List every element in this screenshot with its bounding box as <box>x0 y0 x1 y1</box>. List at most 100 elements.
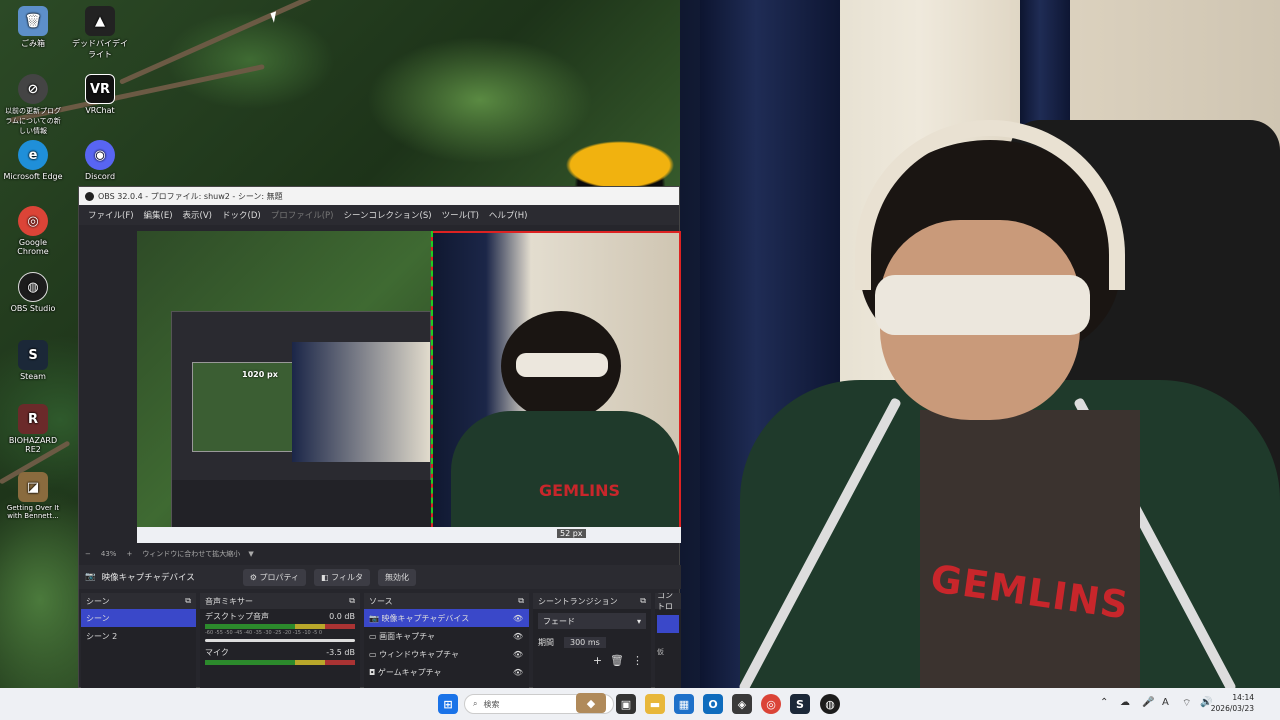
source-item[interactable]: 📷 映像キャプチャデバイス 👁 <box>364 609 529 627</box>
menu-dock[interactable]: ドック(D) <box>217 209 266 221</box>
source-item[interactable]: ▭ 画面キャプチャ 👁 <box>364 627 529 645</box>
desktop-icon-update-info[interactable]: ⊘ 以前の更新プログラムについての新しい情報 <box>3 74 63 136</box>
preview-size-label-2: 52 px <box>557 529 586 538</box>
obs-docks: シーン ⧉ シーン シーン 2 音声ミキサー ⧉ デスクトップ音声 0.0 dB -6… <box>79 593 681 689</box>
desktop-icon-steam[interactable]: S Steam <box>3 340 63 381</box>
trash-icon[interactable]: 🗑 <box>610 654 624 667</box>
task-view-icon[interactable]: ▣ <box>616 694 636 714</box>
search-icon: ⌕ <box>473 699 478 708</box>
dock-undock-icon[interactable]: ⧉ <box>185 596 191 606</box>
mixer-channel-name: マイク <box>205 647 229 657</box>
desktop-icon-dead-by-daylight[interactable]: ▲ デッドバイデイライト <box>70 6 130 60</box>
calculator-icon[interactable]: ▦ <box>674 694 694 714</box>
desktop-icon-label: Getting Over It with Bennett... <box>6 504 60 520</box>
steam-taskbar-icon[interactable]: S <box>790 694 810 714</box>
person-tshirt <box>920 410 1140 688</box>
wallpaper-branch <box>118 0 396 85</box>
desktop-icon-biohazard-re2[interactable]: R BIOHAZARD RE2 <box>3 404 63 454</box>
search-highlight-icon[interactable]: ◆ <box>576 693 606 713</box>
sources-dock-title: ソース <box>369 596 393 606</box>
desktop-icon-discord[interactable]: ◉ Discord <box>70 140 130 181</box>
desktop-icon-obs-studio[interactable]: ◍ OBS Studio <box>3 272 63 313</box>
controls-item[interactable]: 仮 <box>657 647 679 657</box>
chevron-up-icon[interactable]: ⌃ <box>1100 697 1108 708</box>
more-icon[interactable]: ⋮ <box>632 654 643 667</box>
chrome-taskbar-icon[interactable]: ◎ <box>761 694 781 714</box>
transitions-dock: シーントランジション ⧉ フェード ▾ 期間 300 ms + 🗑 ⋮ <box>533 593 651 689</box>
selected-source-name: 映像キャプチャデバイス <box>101 573 195 583</box>
obs-titlebar[interactable]: OBS 32.0.4 - プロファイル: shuw2 - シーン: 無題 <box>79 187 679 205</box>
store-icon[interactable]: ◈ <box>732 694 752 714</box>
update-info-icon: ⊘ <box>18 74 48 104</box>
obs-preview-canvas[interactable]: 1020 px GEMLINS 52 px <box>137 231 681 543</box>
preview-selection-box[interactable] <box>431 231 681 543</box>
start-windows-icon[interactable]: ⊞ <box>438 694 458 714</box>
desktop-icon-chrome[interactable]: ◎ Google Chrome <box>3 206 63 256</box>
zoom-out-button[interactable]: − <box>85 550 91 558</box>
desktop-icon-vrchat[interactable]: VR VRChat <box>70 74 130 115</box>
eye-icon[interactable]: 👁 <box>513 650 523 659</box>
obs-window[interactable]: OBS 32.0.4 - プロファイル: shuw2 - シーン: 無題 ファイ… <box>78 186 681 689</box>
menu-edit[interactable]: 編集(E) <box>139 209 178 221</box>
source-item[interactable]: ◘ ゲームキャプチャ 👁 <box>364 663 529 681</box>
chevron-down-icon[interactable]: ▼ <box>248 550 253 558</box>
eye-icon[interactable]: 👁 <box>513 668 523 677</box>
scene-item[interactable]: シーン <box>81 609 196 627</box>
desktop-icon-label: デッドバイデイライト <box>72 39 128 59</box>
biohazard-re2-icon: R <box>18 404 48 434</box>
wifi-icon[interactable]: ⌔ <box>1182 697 1191 710</box>
dock-undock-icon[interactable]: ⧉ <box>518 596 524 606</box>
zoom-in-button[interactable]: + <box>126 550 132 558</box>
network-icon[interactable]: ☁ <box>1120 697 1130 708</box>
menu-scene-collection[interactable]: シーンコレクション(S) <box>338 209 436 221</box>
outlook-icon[interactable]: O <box>703 694 723 714</box>
ime-icon[interactable]: A <box>1162 697 1169 708</box>
desktop-icon-edge[interactable]: e Microsoft Edge <box>3 140 63 181</box>
eye-icon[interactable]: 👁 <box>513 614 523 623</box>
microphone-icon[interactable]: 🎤 <box>1142 697 1154 708</box>
gear-icon: ⚙ <box>249 572 257 582</box>
start-streaming-button[interactable] <box>657 615 679 633</box>
getting-over-it-icon: ◪ <box>18 472 48 502</box>
dock-undock-icon[interactable]: ⧉ <box>640 596 646 606</box>
steam-icon: S <box>18 340 48 370</box>
desktop-icon-recycle-bin[interactable]: 🗑 ごみ箱 <box>3 6 63 49</box>
eye-icon[interactable]: 👁 <box>513 632 523 641</box>
desktop-icon-label: Microsoft Edge <box>3 172 63 181</box>
transition-type: フェード <box>543 616 575 626</box>
disable-button[interactable]: 無効化 <box>377 568 416 586</box>
obs-taskbar-icon[interactable]: ◍ <box>820 694 840 714</box>
file-explorer-icon[interactable]: ▬ <box>645 694 665 714</box>
sources-dock: ソース ⧉ 📷 映像キャプチャデバイス 👁 ▭ 画面キャプチャ 👁 ▭ ウィンドウキャ… <box>364 593 529 689</box>
menu-help[interactable]: ヘルプ(H) <box>484 209 533 221</box>
menu-view[interactable]: 表示(V) <box>178 209 217 221</box>
zoom-mode[interactable]: ウィンドウに合わせて拡大縮小 <box>142 549 240 559</box>
add-icon[interactable]: + <box>593 654 602 667</box>
preview-size-label: 1020 px <box>242 370 278 379</box>
desktop-icon-label: Google Chrome <box>17 238 49 256</box>
obs-logo-icon <box>85 191 94 201</box>
desktop-icon-label: Steam <box>20 372 46 381</box>
monitor-icon: ▭ <box>369 631 377 641</box>
filter-icon: ◧ <box>321 572 329 582</box>
scene-item[interactable]: シーン 2 <box>81 627 196 645</box>
source-item-label: 映像キャプチャデバイス <box>381 613 470 623</box>
menu-tools[interactable]: ツール(T) <box>437 209 484 221</box>
source-item[interactable]: ▭ ウィンドウキャプチャ 👁 <box>364 645 529 663</box>
desktop-icon-getting-over-it[interactable]: ◪ Getting Over It with Bennett... <box>3 472 63 520</box>
filters-label: フィルタ <box>331 572 363 582</box>
controls-dock-title: コントロ <box>657 593 673 611</box>
audio-meter <box>205 624 355 629</box>
properties-button[interactable]: ⚙ プロパティ <box>242 568 307 586</box>
desktop-icon-label: OBS Studio <box>10 304 56 313</box>
transition-select[interactable]: フェード ▾ <box>538 613 646 629</box>
dock-undock-icon[interactable]: ⧉ <box>349 596 355 606</box>
source-item-label: 画面キャプチャ <box>379 631 436 641</box>
duration-input[interactable]: 300 ms <box>564 636 606 648</box>
taskbar-clock[interactable]: 14:14 2026/03/23 <box>1211 692 1254 714</box>
menu-file[interactable]: ファイル(F) <box>83 209 139 221</box>
volume-slider[interactable] <box>205 639 355 642</box>
source-item-label: ゲームキャプチャ <box>377 667 442 677</box>
filters-button[interactable]: ◧ フィルタ <box>314 568 370 586</box>
menu-profile[interactable]: プロファイル(P) <box>266 209 339 221</box>
